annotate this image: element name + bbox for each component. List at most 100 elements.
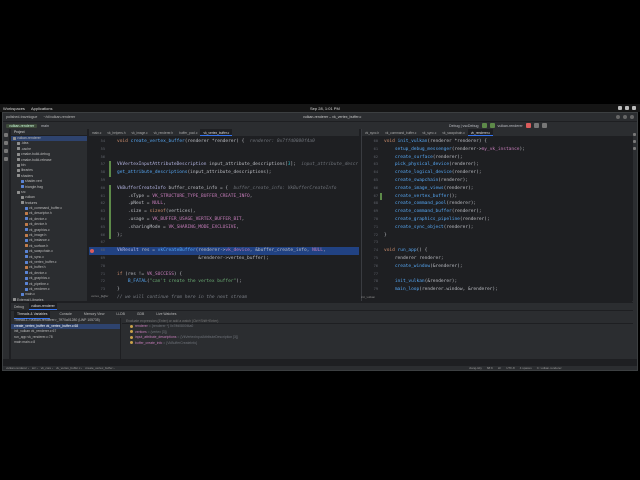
run-icon[interactable] xyxy=(481,123,487,128)
line-number[interactable]: 73 xyxy=(91,286,105,294)
editor-tab[interactable]: vk_command_buffer.c xyxy=(382,129,419,136)
line-number[interactable]: 65 xyxy=(91,224,105,232)
code-line[interactable]: 74 void run_app() { xyxy=(362,247,633,255)
code-line[interactable]: 58 get_attribute_descriptions(input_attri… xyxy=(89,169,359,177)
line-number[interactable]: 72 xyxy=(364,232,378,240)
code-line[interactable]: 68 VkResult res = vkCreateBuffer(renderer… xyxy=(89,247,359,255)
code-line[interactable]: 61 .sType = VK_STRUCTURE_TYPE_BUFFER_CRE… xyxy=(89,192,359,201)
line-number[interactable]: 69 xyxy=(364,208,378,216)
code-line[interactable]: 69 create_command_buffer(renderer); xyxy=(362,208,633,216)
line-number[interactable]: 76 xyxy=(364,263,378,271)
line-number[interactable]: 55 xyxy=(91,146,105,154)
editor-tab[interactable]: main.c xyxy=(89,129,104,136)
editor-tab[interactable]: vk_renderer.h xyxy=(151,129,177,136)
code-line[interactable]: 75 renderer renderer; xyxy=(362,255,633,263)
code-line[interactable]: 72 B_FATAL("can't create the vertex buff… xyxy=(89,278,359,286)
close-icon[interactable] xyxy=(630,115,634,119)
line-number[interactable]: 70 xyxy=(364,216,378,224)
editor-tab[interactable]: vk_helpers.h xyxy=(104,129,128,136)
status-item[interactable]: UTF-8 xyxy=(506,366,515,370)
power-icon[interactable] xyxy=(632,106,636,110)
code-line[interactable]: 79 main_loop(renderer.window, &renderer)… xyxy=(362,286,633,294)
minimize-icon[interactable] xyxy=(616,115,620,119)
stack-frame[interactable]: main main.c:8 xyxy=(11,340,120,346)
debug-tab[interactable]: LLDB xyxy=(113,310,127,318)
project-tool-icon[interactable] xyxy=(4,133,8,137)
line-number[interactable]: 60 xyxy=(364,138,378,146)
stop-icon[interactable] xyxy=(525,123,531,128)
status-item[interactable]: 68:9 xyxy=(487,366,493,370)
code-line[interactable]: 70 create_graphics_pipeline(renderer); xyxy=(362,216,633,224)
code-line[interactable]: 65 .sharingMode = VK_SHARING_MODE_EXCLUS… xyxy=(89,223,359,232)
line-number[interactable]: 63 xyxy=(364,161,378,169)
status-item[interactable]: 4 spaces xyxy=(520,366,532,370)
volume-icon[interactable] xyxy=(625,106,629,110)
project-panel-title[interactable]: Project xyxy=(11,129,87,136)
debug-title[interactable]: Debug xyxy=(14,305,24,309)
line-number[interactable]: 70 xyxy=(91,263,105,271)
project-selector[interactable]: vulkan-renderer xyxy=(6,123,38,128)
debug-tab[interactable]: Memory View xyxy=(81,310,107,318)
database-icon[interactable] xyxy=(633,140,636,143)
line-number[interactable]: 71 xyxy=(364,224,378,232)
line-number[interactable]: 79 xyxy=(364,286,378,294)
network-icon[interactable] xyxy=(618,106,622,110)
code-line[interactable]: 62 create_surface(renderer); xyxy=(362,154,633,162)
notifications-icon[interactable] xyxy=(633,133,636,136)
editor-tab[interactable]: vk_renderer.c xyxy=(467,129,494,136)
code-line[interactable]: 65 create_swapchain(renderer); xyxy=(362,177,633,185)
line-number[interactable]: 73 xyxy=(364,239,378,247)
code-line[interactable]: 66 create_image_views(renderer); xyxy=(362,185,633,193)
build-config-selector[interactable]: Debug | vscDebug xyxy=(449,124,479,128)
menu-path[interactable]: ~/cl/vulkan-renderer xyxy=(43,115,75,119)
code-line[interactable]: 70 xyxy=(89,263,359,271)
bookmarks-tool-icon[interactable] xyxy=(4,157,8,161)
status-path-item[interactable]: vulkan-renderer › xyxy=(6,366,29,370)
status-item[interactable]: C: vulkan-renderer xyxy=(537,366,562,370)
line-number[interactable]: 61 xyxy=(91,193,105,201)
line-number[interactable]: 64 xyxy=(364,169,378,177)
line-number[interactable]: 60 xyxy=(91,185,105,193)
structure-tool-icon[interactable] xyxy=(4,149,8,153)
code-line[interactable]: 61 setup_debug_messenger(renderer->my_vk… xyxy=(362,146,633,154)
line-number[interactable]: 71 xyxy=(91,271,105,279)
editor-tab[interactable]: vk_image.c xyxy=(128,129,150,136)
commit-tool-icon[interactable] xyxy=(4,141,8,145)
code-line[interactable]: 71 if (res != VK_SUCCESS) { xyxy=(89,271,359,279)
code-line[interactable]: 55 xyxy=(89,146,359,154)
line-number[interactable]: 57 xyxy=(91,161,105,169)
right-breadcrumb[interactable]: init_vulkan xyxy=(361,295,375,299)
debug-tab[interactable]: Live Watches xyxy=(153,310,179,318)
line-number[interactable]: 63 xyxy=(91,208,105,216)
code-line[interactable]: 77 xyxy=(362,271,633,279)
code-line[interactable]: 64 create_logical_device(renderer); xyxy=(362,169,633,177)
tree-item[interactable]: External Libraries xyxy=(11,298,87,301)
line-number[interactable]: 68 xyxy=(364,200,378,208)
variable-row[interactable]: buffer_create_info = {VkBufferCreateInfo… xyxy=(122,341,633,347)
code-line[interactable]: 54 void create_vertex_buffer(renderer *re… xyxy=(89,138,359,146)
line-number[interactable]: 67 xyxy=(91,239,105,247)
debug-icon[interactable] xyxy=(489,123,495,128)
line-number[interactable]: 66 xyxy=(91,232,105,240)
code-line[interactable]: 66}; xyxy=(89,231,359,240)
line-number[interactable]: 66 xyxy=(364,185,378,193)
line-number[interactable]: 58 xyxy=(91,169,105,177)
maximize-icon[interactable] xyxy=(623,115,627,119)
code-line[interactable]: 60 void init_vulkan(renderer *renderer) { xyxy=(362,138,633,146)
editor-tab[interactable]: vk_swapchain.c xyxy=(439,129,468,136)
line-number[interactable]: 74 xyxy=(364,247,378,255)
status-item[interactable]: LF xyxy=(498,366,502,370)
line-number[interactable]: 77 xyxy=(364,271,378,279)
menu-project[interactable]: polished-travelogue xyxy=(6,115,37,119)
code-line[interactable]: 74// we will continue from here in the n… xyxy=(89,294,359,301)
line-number[interactable]: 59 xyxy=(91,177,105,185)
line-number[interactable]: 72 xyxy=(91,278,105,286)
line-number[interactable]: 64 xyxy=(91,216,105,224)
status-item[interactable]: clang-tidy xyxy=(469,366,482,370)
code-line[interactable]: 62 .pNext = NULL, xyxy=(89,200,359,208)
code-line[interactable]: 63 .size = sizeof(vertices), xyxy=(89,208,359,216)
code-line[interactable]: 69 &renderer->vertex_buffer); xyxy=(89,255,359,263)
ai-assistant-icon[interactable] xyxy=(633,147,636,150)
line-number[interactable]: 65 xyxy=(364,177,378,185)
code-line[interactable]: 78 init_vulkan(&renderer); xyxy=(362,278,633,286)
